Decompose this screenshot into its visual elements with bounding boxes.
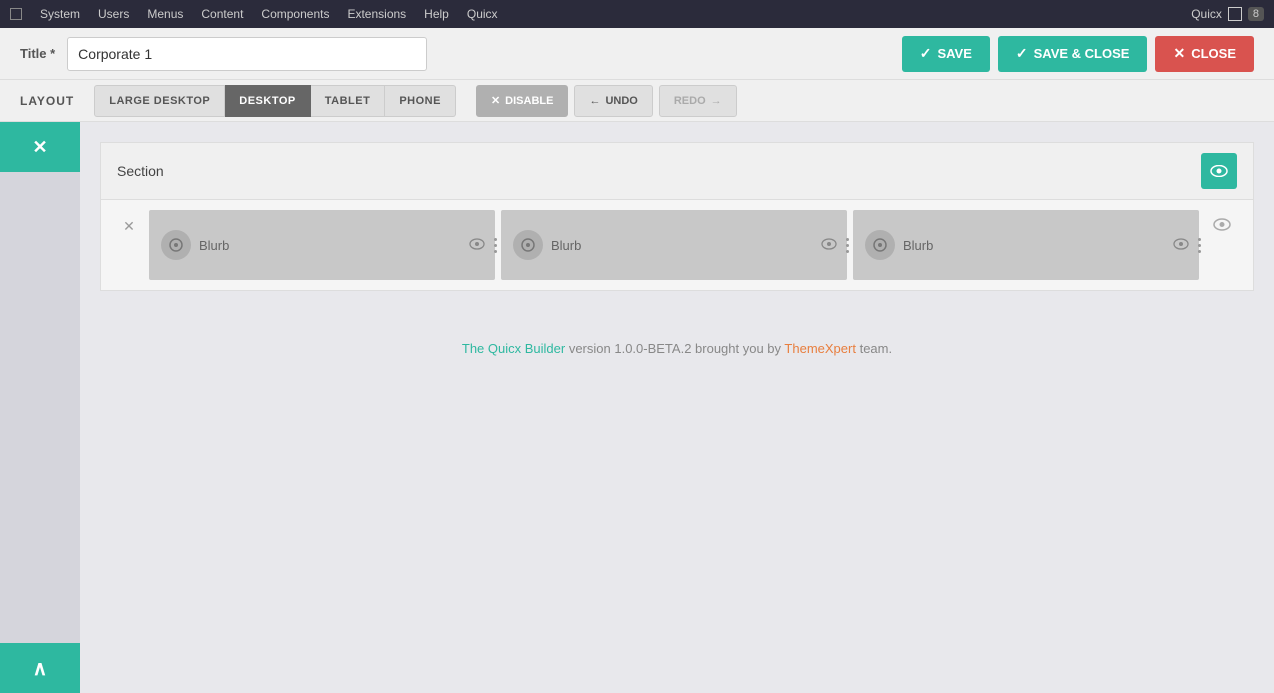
blurb-drag-handle-2[interactable] (843, 230, 851, 260)
sidebar-up-button[interactable]: ∧ (0, 643, 80, 693)
theme-link[interactable]: ThemeXpert (784, 341, 856, 356)
redo-label: REDO (674, 95, 706, 107)
main-area: ✕ ∧ Section ✕ (0, 122, 1274, 693)
blurb-icon-2 (513, 230, 543, 260)
footer-end-text: team. (856, 341, 892, 356)
nav-logo: Quicx 8 (1191, 7, 1264, 21)
blurb-svg-icon-1 (168, 237, 184, 253)
nav-item-content[interactable]: Content (201, 7, 243, 21)
drag-dot (846, 244, 849, 247)
title-input[interactable] (67, 37, 427, 71)
redo-arrow-icon: → (711, 95, 722, 107)
title-label: Title * (20, 46, 55, 61)
blurb-label-3: Blurb (903, 238, 933, 253)
section-title: Section (117, 163, 164, 179)
action-buttons: ✕ DISABLE ← UNDO REDO → (476, 85, 737, 117)
drag-dot (494, 238, 497, 241)
canvas-area: Section ✕ (80, 122, 1274, 693)
nav-item-system[interactable]: System (40, 7, 80, 21)
close-label: CLOSE (1191, 46, 1236, 61)
header-bar: Title * ✓ SAVE ✓ SAVE & CLOSE ✕ CLOSE (0, 28, 1274, 80)
blurb-eye-icon-1 (469, 238, 485, 250)
layout-label: LAYOUT (20, 94, 74, 108)
drag-dot (494, 244, 497, 247)
device-btn-tablet[interactable]: TABLET (311, 85, 386, 117)
nav-item-quicx[interactable]: Quicx (467, 7, 498, 21)
drag-dot (846, 238, 849, 241)
blurb-item-2[interactable]: Blurb (501, 210, 847, 280)
disable-x-icon: ✕ (491, 94, 500, 107)
section-eye-button[interactable] (1201, 153, 1237, 189)
nav-item-menus[interactable]: Menus (147, 7, 183, 21)
save-button[interactable]: ✓ SAVE (902, 36, 990, 72)
nav-item-help[interactable]: Help (424, 7, 449, 21)
blurb-item-1[interactable]: Blurb (149, 210, 495, 280)
save-close-label: SAVE & CLOSE (1034, 46, 1130, 61)
blurb-eye-2[interactable] (821, 237, 837, 253)
device-btn-desktop[interactable]: DESKTOP (225, 85, 310, 117)
blurb-eye-1[interactable] (469, 237, 485, 253)
section-block: Section ✕ (100, 142, 1254, 291)
builder-link[interactable]: The Quicx Builder (462, 341, 565, 356)
undo-arrow-icon: ← (589, 95, 600, 107)
blurb-svg-icon-2 (520, 237, 536, 253)
sidebar-close-button[interactable]: ✕ (0, 122, 80, 172)
close-x-icon: ✕ (1173, 45, 1185, 62)
undo-button[interactable]: ← UNDO (574, 85, 652, 117)
inner-eye-icon (1213, 218, 1231, 231)
sidebar: ✕ ∧ (0, 122, 80, 693)
redo-button[interactable]: REDO → (659, 85, 737, 117)
drag-dot (1198, 238, 1201, 241)
blurb-label-2: Blurb (551, 238, 581, 253)
sidebar-x-icon: ✕ (32, 137, 47, 158)
nav-badge: 8 (1248, 7, 1264, 21)
disable-button[interactable]: ✕ DISABLE (476, 85, 569, 117)
toolbar: LAYOUT LARGE DESKTOP DESKTOP TABLET PHON… (0, 80, 1274, 122)
nav-square-icon (10, 8, 22, 20)
blurb-eye-3[interactable] (1173, 237, 1189, 253)
inner-x-icon: ✕ (123, 218, 135, 235)
drag-dot (494, 250, 497, 253)
save-close-button[interactable]: ✓ SAVE & CLOSE (998, 36, 1148, 72)
device-btn-large-desktop[interactable]: LARGE DESKTOP (94, 85, 225, 117)
drag-dot (1198, 250, 1201, 253)
undo-label: UNDO (605, 95, 637, 107)
nav-window-icon (1228, 7, 1242, 21)
section-inner-eye-button[interactable] (1207, 210, 1237, 280)
section-inner-close-button[interactable]: ✕ (117, 214, 141, 238)
section-header: Section (101, 143, 1253, 200)
disable-label: DISABLE (505, 95, 553, 107)
blurb-icon-1 (161, 230, 191, 260)
nav-logo-text: Quicx (1191, 7, 1222, 21)
device-buttons: LARGE DESKTOP DESKTOP TABLET PHONE (94, 85, 456, 117)
save-check-icon: ✓ (920, 45, 932, 62)
drag-dot (846, 250, 849, 253)
drag-dot (1198, 244, 1201, 247)
header-actions: ✓ SAVE ✓ SAVE & CLOSE ✕ CLOSE (902, 36, 1254, 72)
nav-item-users[interactable]: Users (98, 7, 129, 21)
footer-middle-text: version 1.0.0-BETA.2 brought you by (565, 341, 784, 356)
blurb-eye-icon-3 (1173, 238, 1189, 250)
blurb-columns: Blurb (149, 210, 1199, 280)
blurb-label-1: Blurb (199, 238, 229, 253)
nav-item-components[interactable]: Components (261, 7, 329, 21)
close-button[interactable]: ✕ CLOSE (1155, 36, 1254, 72)
blurb-item-3[interactable]: Blurb (853, 210, 1199, 280)
section-inner-row: ✕ Blurb (101, 200, 1253, 290)
sidebar-up-icon: ∧ (33, 656, 48, 681)
footer-area: The Quicx Builder version 1.0.0-BETA.2 b… (100, 311, 1254, 386)
nav-item-extensions[interactable]: Extensions (347, 7, 406, 21)
save-label: SAVE (937, 46, 971, 61)
save-close-check-icon: ✓ (1016, 45, 1028, 62)
top-nav-bar: System Users Menus Content Components Ex… (0, 0, 1274, 28)
blurb-svg-icon-3 (872, 237, 888, 253)
blurb-icon-3 (865, 230, 895, 260)
blurb-eye-icon-2 (821, 238, 837, 250)
device-btn-phone[interactable]: PHONE (385, 85, 456, 117)
blurb-drag-handle-1[interactable] (491, 230, 499, 260)
eye-icon (1210, 165, 1228, 177)
blurb-drag-handle-3[interactable] (1195, 230, 1203, 260)
